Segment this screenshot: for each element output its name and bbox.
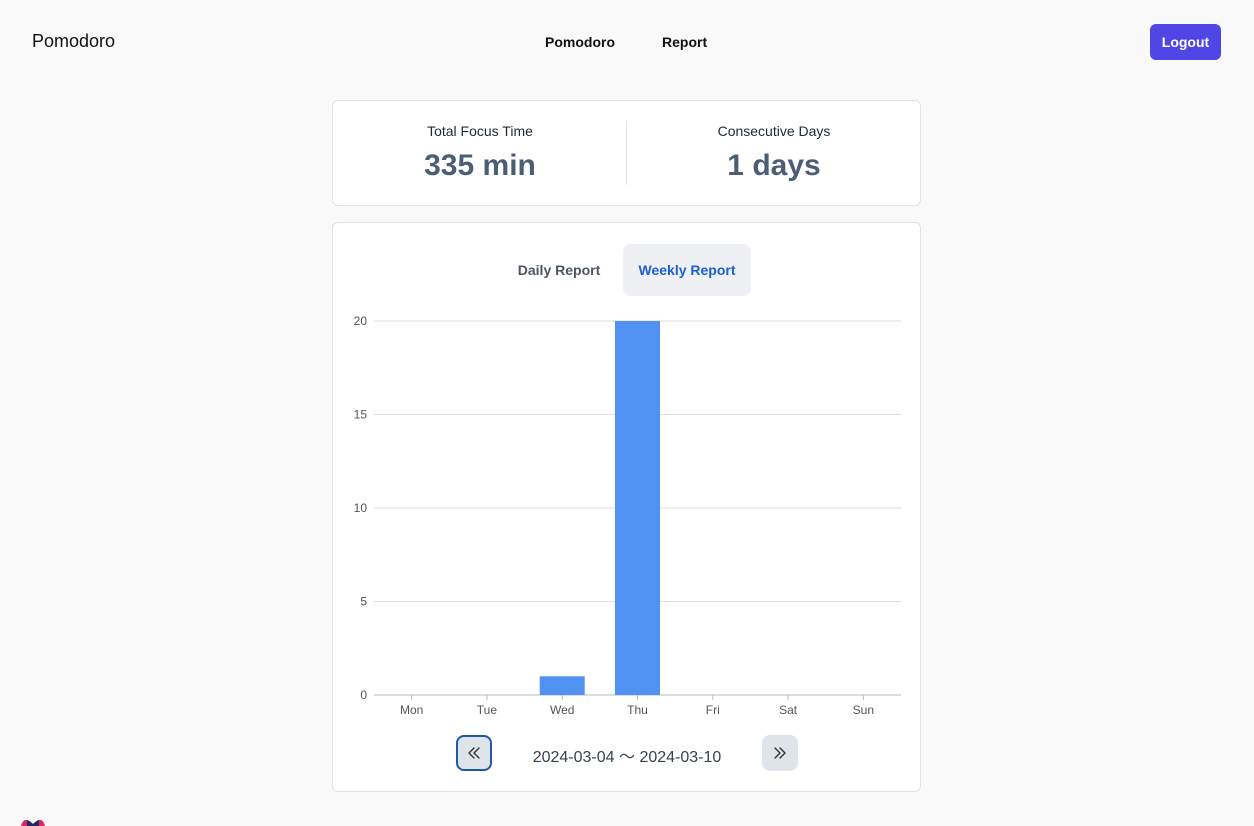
y-tick-label: 20	[354, 314, 368, 328]
logout-button[interactable]: Logout	[1150, 24, 1221, 60]
next-week-button[interactable]	[762, 735, 798, 771]
x-tick-label: Fri	[706, 703, 720, 717]
consecutive-days-label: Consecutive Days	[717, 123, 831, 139]
x-tick-label: Sun	[853, 703, 874, 717]
total-focus-stat: Total Focus Time 335 min	[333, 101, 627, 205]
x-tick-label: Sat	[779, 703, 798, 717]
nav-link-report[interactable]: Report	[662, 34, 707, 50]
total-focus-value: 335 min	[424, 149, 536, 182]
week-pager: 2024-03-04 〜 2024-03-10	[333, 735, 920, 773]
y-tick-label: 15	[354, 408, 368, 422]
nav-link-pomodoro[interactable]: Pomodoro	[545, 34, 615, 50]
main-nav: Pomodoro Report	[0, 34, 1254, 54]
consecutive-days-value: 1 days	[727, 149, 821, 182]
chevrons-right-icon	[774, 747, 786, 759]
x-tick-label: Wed	[550, 703, 574, 717]
corner-logo-icon	[21, 819, 45, 826]
bar	[615, 321, 660, 695]
bar	[539, 676, 585, 695]
y-tick-label: 5	[360, 595, 367, 609]
top-navbar: Pomodoro Pomodoro Report Logout	[0, 0, 1254, 84]
total-focus-label: Total Focus Time	[427, 123, 533, 139]
tab-daily-report[interactable]: Daily Report	[503, 244, 615, 296]
y-tick-label: 0	[360, 688, 367, 702]
week-range-label: 2024-03-04 〜 2024-03-10	[532, 749, 722, 766]
stats-card: Total Focus Time 335 min Consecutive Day…	[332, 100, 921, 206]
weekly-bar-chart: 0 5 10 15 20 Mon Tue Wed Thu Fri Sat Sun	[333, 303, 920, 723]
previous-week-button[interactable]	[456, 735, 492, 771]
x-tick-label: Tue	[477, 703, 498, 717]
chart-svg: 0 5 10 15 20 Mon Tue Wed Thu Fri Sat Sun	[354, 314, 901, 717]
x-tick-label: Thu	[627, 703, 648, 717]
y-tick-label: 10	[354, 501, 368, 515]
x-tick-label: Mon	[400, 703, 423, 717]
tab-weekly-report[interactable]: Weekly Report	[623, 244, 751, 296]
chevrons-left-icon	[468, 747, 480, 759]
report-card: Daily Report Weekly Report 0 5 10 15 20 Mon Tu…	[332, 222, 921, 792]
consecutive-days-stat: Consecutive Days 1 days	[627, 101, 921, 205]
